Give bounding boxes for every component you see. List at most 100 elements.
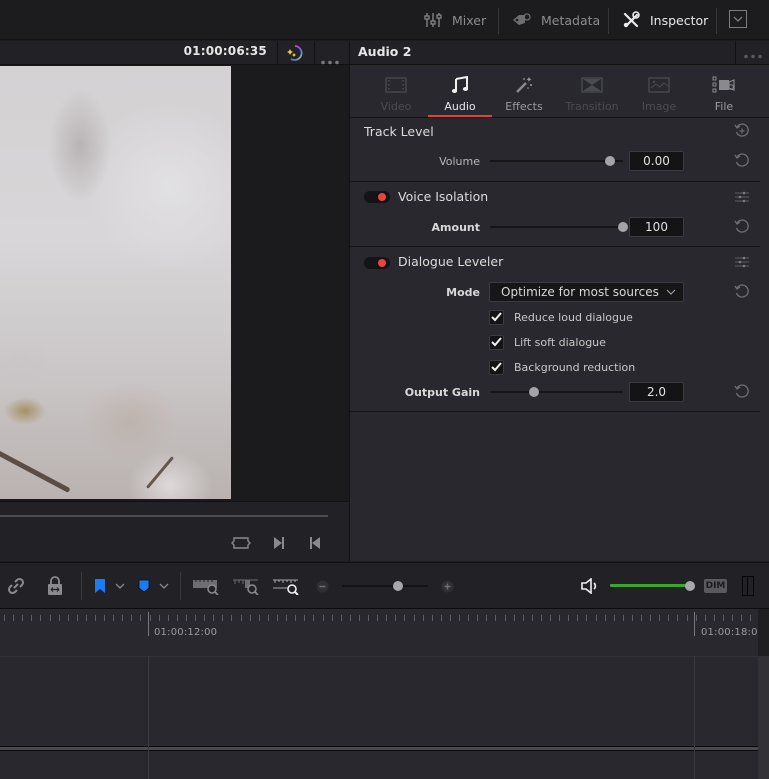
viewer-timecode[interactable]: 01:00:06:35	[184, 44, 267, 58]
inspector-button[interactable]: Inspector	[622, 0, 708, 40]
music-note-icon	[451, 70, 469, 100]
reset-icon[interactable]	[734, 284, 750, 300]
metadata-button[interactable]: Metadata	[511, 0, 600, 40]
ruler-tick	[659, 615, 660, 621]
ruler-tick	[668, 615, 669, 621]
tab-transition[interactable]: Transition	[560, 66, 624, 117]
ruler-tick	[404, 615, 405, 621]
flag-dropdown-chevron-icon[interactable]	[115, 575, 125, 597]
slider-track	[490, 391, 623, 393]
zoom-in-icon[interactable]	[441, 575, 454, 597]
color-sparkle-icon[interactable]	[285, 44, 305, 66]
link-icon[interactable]	[7, 575, 25, 597]
slider-thumb[interactable]	[685, 581, 695, 591]
zoom-custom-icon[interactable]	[272, 575, 300, 597]
track-level-section: Track Level Volume 0.00	[350, 119, 760, 182]
mode-value: Optimize for most sources	[501, 285, 659, 299]
mixer-button[interactable]: Mixer	[424, 0, 486, 40]
dialogue-leveler-toggle[interactable]	[364, 257, 390, 269]
ruler-tick	[77, 615, 78, 621]
keyframe-add-icon[interactable]	[734, 123, 750, 139]
audio-meter-toggle[interactable]	[742, 576, 754, 596]
ruler-tick	[150, 615, 151, 621]
scrub-bar[interactable]	[0, 515, 328, 517]
zoom-full-extent-icon[interactable]	[192, 575, 220, 597]
ruler-tick	[577, 615, 578, 621]
inspector-tabs: Video Audio Effects Transition Image Fil…	[350, 66, 769, 118]
monitor-volume-slider[interactable]	[610, 580, 695, 592]
dim-button[interactable]: DIM	[704, 579, 727, 593]
tab-file[interactable]: File	[692, 66, 756, 117]
speaker-icon[interactable]	[581, 575, 601, 597]
ruler-tick	[323, 615, 324, 621]
zoom-detail-icon[interactable]	[232, 575, 260, 597]
settings-sliders-icon[interactable]	[734, 254, 750, 270]
ruler-tick	[596, 615, 597, 621]
timeline-ruler[interactable]: 01:00:12:00 01:00:18:00	[0, 609, 764, 654]
background-reduction-checkbox[interactable]: Background reduction	[489, 359, 635, 375]
tab-effects[interactable]: Effects	[492, 66, 556, 117]
tab-audio[interactable]: Audio	[428, 66, 492, 117]
checkbox-label: Lift soft dialogue	[514, 335, 606, 349]
marker-icon[interactable]	[138, 575, 150, 597]
slider-thumb[interactable]	[604, 156, 615, 166]
marker-dropdown-chevron-icon[interactable]	[159, 575, 169, 597]
timeline-zoom-slider[interactable]	[342, 580, 428, 592]
timeline-track[interactable]	[0, 656, 758, 746]
slider-thumb[interactable]	[618, 222, 628, 232]
checkbox[interactable]	[489, 359, 504, 375]
ruler-tick	[414, 615, 415, 621]
next-clip-button[interactable]	[269, 535, 289, 553]
ruler-tick	[159, 615, 160, 621]
volume-label: Volume	[439, 155, 480, 168]
voice-isolation-section: Voice Isolation Amount 100	[350, 183, 760, 247]
ruler-tick	[213, 615, 214, 621]
timeline[interactable]: 01:00:12:00 01:00:18:00	[0, 608, 769, 779]
ruler-tick	[505, 615, 506, 621]
ruler-tick	[341, 615, 342, 621]
tab-image[interactable]: Image	[627, 66, 691, 117]
volume-field[interactable]: 0.00	[629, 151, 684, 171]
tab-label: File	[714, 100, 734, 113]
timeline-vertical-scrollbar[interactable]	[758, 609, 769, 779]
reset-icon[interactable]	[734, 384, 750, 400]
settings-sliders-icon[interactable]	[734, 189, 750, 205]
flag-icon[interactable]	[94, 575, 106, 597]
ruler-tick	[541, 615, 542, 621]
volume-fill	[610, 584, 690, 587]
more-dots-icon	[743, 44, 763, 63]
tab-video[interactable]: Video	[364, 66, 428, 117]
ruler-major-tick	[694, 612, 695, 636]
amount-field[interactable]: 100	[629, 217, 684, 237]
ruler-tick	[13, 615, 14, 621]
reset-icon[interactable]	[734, 153, 750, 169]
inspector-more-button[interactable]	[735, 41, 769, 65]
checkbox[interactable]	[489, 334, 504, 350]
ruler-tick	[22, 615, 23, 621]
transport-controls	[0, 501, 349, 561]
voice-isolation-toggle[interactable]	[364, 191, 390, 203]
viewer-panel[interactable]	[0, 65, 349, 501]
zoom-out-icon[interactable]	[316, 575, 329, 597]
dialogue-leveler-section: Dialogue Leveler Mode Optimize for most …	[350, 248, 760, 412]
mode-dropdown[interactable]: Optimize for most sources	[489, 282, 684, 302]
ruler-tick	[514, 615, 515, 621]
amount-slider[interactable]	[490, 221, 628, 233]
scrollbar-thumb[interactable]	[758, 656, 769, 779]
timeline-track[interactable]	[0, 751, 758, 779]
expand-panel-button[interactable]	[729, 0, 747, 40]
position-lock-icon[interactable]	[46, 575, 64, 597]
reduce-loud-dialogue-checkbox[interactable]: Reduce loud dialogue	[489, 309, 633, 325]
reset-icon[interactable]	[734, 219, 750, 235]
checkbox[interactable]	[489, 309, 504, 325]
previous-clip-button[interactable]	[305, 535, 325, 553]
loop-button[interactable]	[231, 535, 251, 553]
output-gain-slider[interactable]	[490, 386, 623, 398]
output-gain-field[interactable]: 2.0	[629, 382, 684, 402]
volume-slider[interactable]	[490, 155, 623, 167]
slider-thumb[interactable]	[392, 581, 403, 591]
video-frame-cherry-blossom	[0, 66, 231, 499]
ruler-tick	[495, 615, 496, 621]
slider-thumb[interactable]	[528, 387, 539, 397]
lift-soft-dialogue-checkbox[interactable]: Lift soft dialogue	[489, 334, 606, 350]
